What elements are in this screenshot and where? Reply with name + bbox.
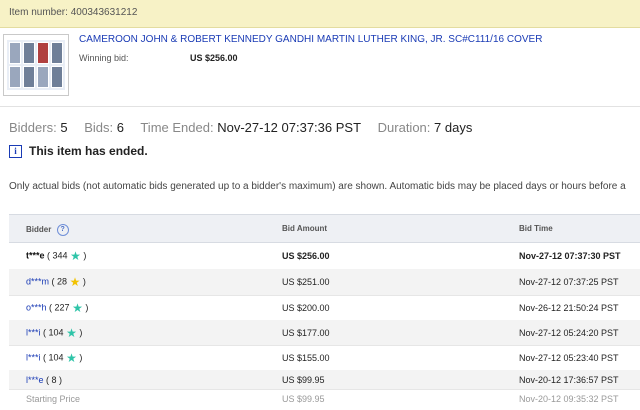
item-number-bar: Item number: 400343631212 — [0, 0, 640, 28]
starting-price-row: Starting Price US $99.95 Nov-20-12 09:35… — [9, 389, 640, 409]
starting-price-time: Nov-20-12 09:35:32 PST — [519, 394, 619, 404]
winning-bid-label: Winning bid: — [79, 53, 129, 63]
bid-amount: US $99.95 — [282, 374, 325, 385]
bid-time: Nov-27-12 07:37:30 PST — [519, 250, 621, 261]
bid-time: Nov-27-12 05:23:40 PST — [519, 352, 619, 363]
feedback-score: ( 8 ) — [46, 374, 63, 385]
bid-amount: US $177.00 — [282, 327, 330, 338]
item-ended-notice: i This item has ended. — [9, 144, 148, 158]
starting-price-amount: US $99.95 — [282, 394, 325, 404]
feedback-star-icon[interactable]: ★ — [66, 351, 77, 365]
help-icon[interactable]: ? — [56, 224, 69, 236]
bidder-cell: l***e ( 8 ) — [26, 375, 62, 385]
time-ended-value: Nov-27-12 07:37:36 PST — [217, 120, 362, 135]
bid-time: Nov-27-12 05:24:20 PST — [519, 327, 619, 338]
feedback-star-icon[interactable]: ★ — [70, 249, 81, 263]
bidder-cell: l***i ( 104 ★ ) — [26, 351, 82, 365]
feedback-score: ( 227 — [49, 301, 70, 312]
bid-amount-column-header: Bid Amount — [282, 224, 328, 233]
feedback-close: ) — [85, 301, 89, 312]
feedback-close: ) — [83, 249, 87, 260]
bids-value: 6 — [116, 120, 124, 135]
bidder-name-link[interactable]: o***h — [26, 302, 47, 312]
item-ended-text: This item has ended. — [29, 144, 148, 158]
bidder-cell: d***m ( 28 ★ ) — [26, 275, 86, 289]
bid-amount: US $200.00 — [282, 302, 330, 313]
feedback-score: ( 104 — [43, 351, 64, 362]
bid-time-column-header: Bid Time — [519, 224, 553, 233]
bid-row: t***e ( 344 ★ ) US $256.00 Nov-27-12 07:… — [9, 242, 640, 270]
info-icon: i — [9, 144, 22, 158]
time-ended-label: Time Ended: — [140, 120, 214, 135]
bid-summary: Bidders: 5 Bids: 6 Time Ended: Nov-27-12… — [9, 120, 485, 135]
bid-time: Nov-26-12 21:50:24 PST — [519, 302, 619, 313]
duration-label: Duration: — [377, 120, 431, 135]
bid-row: l***i ( 104 ★ ) US $177.00 Nov-27-12 05:… — [9, 320, 640, 346]
feedback-close: ) — [79, 351, 83, 362]
feedback-close: ) — [79, 326, 83, 337]
bid-row: d***m ( 28 ★ ) US $251.00 Nov-27-12 07:3… — [9, 269, 640, 296]
feedback-score: ( 28 — [51, 276, 68, 287]
divider — [0, 106, 640, 107]
bidder-name-link[interactable]: d***m — [26, 276, 49, 286]
item-thumbnail[interactable] — [3, 34, 69, 96]
bidders-label: Bidders: — [9, 120, 57, 135]
bidder-name-link[interactable]: l***i — [26, 327, 41, 337]
item-title-link[interactable]: CAMEROON JOHN & ROBERT KENNEDY GANDHI MA… — [79, 34, 542, 45]
bidder-cell: l***i ( 104 ★ ) — [26, 326, 82, 340]
feedback-close: ) — [82, 276, 86, 287]
bid-row: l***e ( 8 ) US $99.95 Nov-20-12 17:36:57… — [9, 370, 640, 390]
duration-value: 7 days — [434, 120, 473, 135]
winning-bid-value: US $256.00 — [190, 53, 238, 63]
bid-amount: US $251.00 — [282, 277, 330, 287]
bid-time: Nov-27-12 07:37:25 PST — [519, 277, 619, 287]
bid-table-header: Bidder ? Bid Amount Bid Time — [9, 214, 640, 243]
bidders-value: 5 — [60, 120, 68, 135]
bid-note: Only actual bids (not automatic bids gen… — [9, 181, 626, 192]
feedback-star-icon[interactable]: ★ — [72, 301, 83, 315]
bid-row: o***h ( 227 ★ ) US $200.00 Nov-26-12 21:… — [9, 295, 640, 321]
feedback-score: ( 344 — [47, 249, 68, 260]
bidder-name-link[interactable]: l***e — [26, 375, 44, 385]
bid-amount: US $155.00 — [282, 352, 330, 363]
bid-amount: US $256.00 — [282, 250, 330, 261]
bid-row: l***i ( 104 ★ ) US $155.00 Nov-27-12 05:… — [9, 345, 640, 371]
starting-price-label: Starting Price — [26, 394, 81, 404]
bidder-name-link[interactable]: t***e — [26, 250, 45, 260]
bid-time: Nov-20-12 17:36:57 PST — [519, 374, 619, 385]
bidder-column-header: Bidder ? — [26, 224, 69, 236]
item-number: Item number: 400343631212 — [9, 7, 138, 18]
stamp-cover-image — [7, 40, 65, 90]
bidder-name-link[interactable]: l***i — [26, 352, 41, 362]
bidder-cell: t***e ( 344 ★ ) — [26, 249, 86, 263]
bidder-header-label: Bidder — [26, 225, 52, 235]
feedback-score: ( 104 — [43, 326, 64, 337]
bids-label: Bids: — [84, 120, 114, 135]
feedback-star-icon[interactable]: ★ — [70, 275, 81, 289]
feedback-star-icon[interactable]: ★ — [66, 326, 77, 340]
bidder-cell: o***h ( 227 ★ ) — [26, 301, 88, 315]
